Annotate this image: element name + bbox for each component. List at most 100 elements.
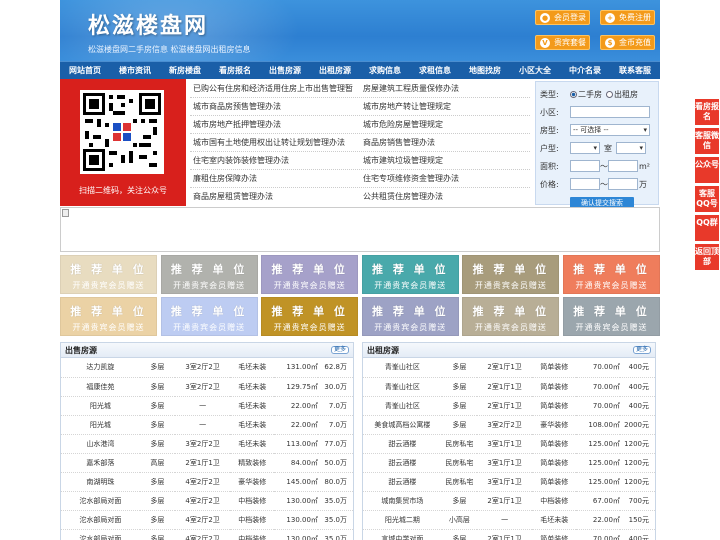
coin-recharge-button[interactable]: $ 金币充值 (600, 35, 655, 50)
listing-community[interactable]: 青峯山社区 (363, 358, 442, 378)
policy-link[interactable]: 公共租赁住房管理办法 (360, 188, 530, 206)
nav-new-homes[interactable]: 新房楼盘 (160, 62, 210, 79)
vip-package-button[interactable]: V 贵宾套餐 (535, 35, 590, 50)
listing-row[interactable]: 福康佳苑 多层 3室2厅2卫 毛坯未装 129.75㎡ 30.0万 (61, 377, 353, 397)
sidebar-back-to-top[interactable]: 返回顶部 (695, 244, 719, 270)
listing-community[interactable]: 阳光城二期 (363, 510, 442, 530)
listing-community[interactable]: 嘉禾部落 (61, 453, 140, 473)
listing-row[interactable]: 嘉禾部落 高层 2室1厅1卫 精致装修 84.00㎡ 50.0万 (61, 453, 353, 473)
listing-community[interactable]: 言城中学对面 (363, 529, 442, 540)
nav-for-rent[interactable]: 出租房源 (310, 62, 360, 79)
listing-community[interactable]: 沱水部局对面 (61, 491, 140, 511)
policy-link[interactable]: 已购公有住房和经济适用住房上市出售管理暂 (190, 80, 360, 97)
listing-row[interactable]: 言城中学对面 多层 2室1厅1卫 简单装修 70.00㎡ 400元 (363, 529, 655, 540)
listing-community[interactable]: 达力凯旋 (61, 358, 140, 378)
nav-news[interactable]: 楼市资讯 (110, 62, 160, 79)
ad-tile[interactable]: 推 荐 单 位开通贵宾会员赠送 (462, 297, 560, 336)
listing-row[interactable]: 甜云酒楼 民房私宅 3室1厅1卫 简单装修 125.00㎡ 1200元 (363, 434, 655, 454)
listing-row[interactable]: 青峯山社区 多层 2室1厅1卫 简单装修 70.00㎡ 400元 (363, 396, 655, 416)
house-type-select[interactable]: -- 可选择 -- ▾ (570, 124, 650, 136)
ad-tile[interactable]: 推 荐 单 位开通贵宾会员赠送 (361, 297, 459, 336)
policy-link[interactable]: 住宅专项维修资金管理办法 (360, 170, 530, 187)
member-login-button[interactable]: ● 会员登录 (535, 10, 590, 25)
listing-community[interactable]: 山水港湾 (61, 434, 140, 454)
ad-banner[interactable] (60, 207, 660, 252)
sidebar-wechat-service[interactable]: 客服微信 (695, 128, 719, 154)
listing-community[interactable]: 福康佳苑 (61, 377, 140, 397)
price-min-input[interactable] (570, 178, 600, 190)
policy-link[interactable]: 城市商品房预售管理办法 (190, 98, 360, 115)
listing-community[interactable]: 南湖明珠 (61, 472, 140, 492)
sale-more-button[interactable]: 更多 (331, 346, 349, 354)
site-logo[interactable]: 松滋楼盘网 (88, 8, 208, 40)
policy-link[interactable]: 城市建筑垃圾管理规定 (360, 152, 530, 169)
listing-row[interactable]: 南湖明珠 多层 4室2厅2卫 豪华装修 145.00㎡ 80.0万 (61, 472, 353, 492)
listing-row[interactable]: 城南集贸市场 多层 2室1厅1卫 中档装修 67.00㎡ 700元 (363, 491, 655, 511)
ad-tile[interactable]: 推 荐 单 位开通贵宾会员赠送 (60, 255, 157, 294)
rent-more-button[interactable]: 更多 (633, 346, 651, 354)
listing-row[interactable]: 沱水部局对面 多层 4室2厅2卫 中档装修 130.00㎡ 35.0万 (61, 510, 353, 530)
listing-community[interactable]: 城南集贸市场 (363, 491, 442, 511)
listing-row[interactable]: 阳光城 多层一毛坯未装 22.00㎡ 7.0万 (61, 415, 353, 435)
ad-tile[interactable]: 推 荐 单 位开通贵宾会员赠送 (562, 297, 660, 336)
nav-wanted-buy[interactable]: 求购信息 (360, 62, 410, 79)
area-max-input[interactable] (608, 160, 638, 172)
policy-link[interactable]: 房屋建筑工程质量保修办法 (360, 80, 530, 97)
sidebar-official-account[interactable]: 公众号 (695, 157, 719, 183)
nav-contact[interactable]: 联系客服 (610, 62, 660, 79)
listing-community[interactable]: 阳光城 (61, 396, 140, 416)
nav-home[interactable]: 网站首页 (60, 62, 110, 79)
listing-row[interactable]: 阳光城 多层一毛坯未装 22.00㎡ 7.0万 (61, 396, 353, 416)
nav-agents[interactable]: 中介名录 (560, 62, 610, 79)
ad-tile[interactable]: 推 荐 单 位开通贵宾会员赠送 (562, 255, 660, 294)
ad-tile[interactable]: 推 荐 单 位开通贵宾会员赠送 (261, 297, 359, 336)
listing-community[interactable]: 甜云酒楼 (363, 434, 442, 454)
nav-viewing-signup[interactable]: 看房报名 (210, 62, 260, 79)
listing-community[interactable]: 甜云酒楼 (363, 472, 442, 492)
price-max-input[interactable] (608, 178, 638, 190)
policy-link[interactable]: 商品房屋租赁管理办法 (190, 188, 360, 206)
ad-tile[interactable]: 推 荐 单 位开通贵宾会员赠送 (60, 297, 157, 336)
sidebar-qq-group[interactable]: QQ群 (695, 215, 719, 241)
listing-community[interactable]: 青峯山社区 (363, 396, 442, 416)
listing-row[interactable]: 美食城高档公寓楼 多层 3室2厅2卫 豪华装修 108.00㎡ 2000元 (363, 415, 655, 435)
hall-select[interactable]: ▾ (616, 142, 646, 154)
listing-row[interactable]: 甜云酒楼 民房私宅 3室1厅1卫 简单装修 125.00㎡ 1200元 (363, 453, 655, 473)
listing-row[interactable]: 甜云酒楼 民房私宅 3室1厅1卫 简单装修 125.00㎡ 1200元 (363, 472, 655, 492)
listing-row[interactable]: 达力凯旋 多层 3室2厅2卫 毛坯未装 131.00㎡ 62.8万 (61, 358, 353, 378)
listing-community[interactable]: 沱水部局对面 (61, 529, 140, 540)
listing-row[interactable]: 沱水部局对面 多层 4室2厅2卫 中档装修 130.00㎡ 35.0万 (61, 491, 353, 511)
policy-link[interactable]: 商品房销售管理办法 (360, 134, 530, 151)
radio-second-hand[interactable] (570, 90, 577, 98)
ad-tile[interactable]: 推 荐 单 位开通贵宾会员赠送 (361, 255, 459, 294)
listing-row[interactable]: 沱水部局对面 多层 4室2厅2卫 中档装修 130.00㎡ 35.0万 (61, 529, 353, 540)
listing-row[interactable]: 阳光城二期 小高层一毛坯未装 22.00㎡ 150元 (363, 510, 655, 530)
policy-link[interactable]: 城市房地产抵押管理办法 (190, 116, 360, 133)
policy-link[interactable]: 城市危险房屋管理规定 (360, 116, 530, 133)
listing-row[interactable]: 青峯山社区 多层 2室1厅1卫 简单装修 70.00㎡ 400元 (363, 358, 655, 378)
ad-tile[interactable]: 推 荐 单 位开通贵宾会员赠送 (462, 255, 560, 294)
listing-community[interactable]: 沱水部局对面 (61, 510, 140, 530)
policy-link[interactable]: 住宅室内装饰装修管理办法 (190, 152, 360, 169)
nav-wanted-rent[interactable]: 求租信息 (410, 62, 460, 79)
policy-link[interactable]: 城市国有土地使用权出让转让规划管理办法 (190, 134, 360, 151)
nav-for-sale[interactable]: 出售房源 (260, 62, 310, 79)
listing-row[interactable]: 青峯山社区 多层 2室1厅1卫 简单装修 70.00㎡ 400元 (363, 377, 655, 397)
listing-community[interactable]: 阳光城 (61, 415, 140, 435)
area-min-input[interactable] (570, 160, 600, 172)
community-input[interactable] (570, 106, 650, 118)
sidebar-viewing-signup[interactable]: 看房报名 (695, 99, 719, 125)
listing-community[interactable]: 甜云酒楼 (363, 453, 442, 473)
sidebar-qq-service[interactable]: 客服QQ号 (695, 186, 719, 212)
listing-community[interactable]: 美食城高档公寓楼 (363, 415, 442, 435)
policy-link[interactable]: 城市房地产转让管理规定 (360, 98, 530, 115)
listing-community[interactable]: 青峯山社区 (363, 377, 442, 397)
room-select[interactable]: ▾ (570, 142, 600, 154)
policy-link[interactable]: 廉租住房保障办法 (190, 170, 360, 187)
nav-map-search[interactable]: 地图找房 (460, 62, 510, 79)
ad-tile[interactable]: 推 荐 单 位开通贵宾会员赠送 (160, 255, 258, 294)
ad-tile[interactable]: 推 荐 单 位开通贵宾会员赠送 (160, 297, 258, 336)
free-register-button[interactable]: + 免费注册 (600, 10, 655, 25)
nav-communities[interactable]: 小区大全 (510, 62, 560, 79)
ad-tile[interactable]: 推 荐 单 位开通贵宾会员赠送 (261, 255, 359, 294)
